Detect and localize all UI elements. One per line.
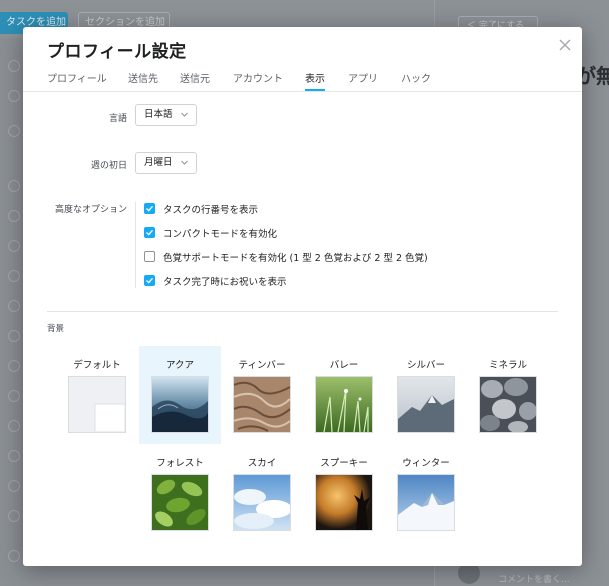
background-name: スカイ	[247, 458, 277, 469]
section-divider	[47, 311, 558, 312]
task-check-icon	[8, 240, 20, 252]
option-label: タスクの行番号を表示	[163, 205, 259, 216]
background-option-valley[interactable]: バレー	[303, 346, 385, 444]
background-option-sky[interactable]: スカイ	[221, 444, 303, 542]
background-name: ティンバー	[238, 360, 286, 371]
background-name: バレー	[329, 360, 359, 371]
advanced-options-label: 高度なオプション	[54, 205, 127, 215]
background-preview-timber	[233, 376, 291, 433]
chevron-down-icon	[181, 112, 188, 117]
background-option-mineral[interactable]: ミネラル	[467, 346, 549, 444]
background-name: フォレスト	[156, 458, 204, 469]
profile-settings-dialog: プロフィール設定 プロフィール 送信先 送信元 アカウント 表示 アプリ ハック…	[23, 27, 582, 566]
task-check-icon	[8, 210, 20, 222]
tab-display[interactable]: 表示	[305, 70, 325, 91]
task-list-column	[0, 40, 22, 586]
check-icon	[146, 277, 154, 284]
background-preview-aqua	[151, 376, 209, 433]
close-button[interactable]	[557, 37, 573, 53]
background-option-spooky[interactable]: スプーキー	[303, 444, 385, 542]
dialog-title: プロフィール設定	[47, 42, 187, 62]
chevron-down-icon	[181, 160, 188, 165]
tab-apps[interactable]: アプリ	[348, 70, 378, 91]
task-check-icon	[8, 480, 20, 492]
background-preview-spooky	[315, 474, 373, 531]
background-option-silver[interactable]: シルバー	[385, 346, 467, 444]
background-name: アクア	[165, 360, 195, 371]
task-check-icon	[8, 550, 20, 562]
week-start-select[interactable]: 月曜日	[135, 152, 197, 174]
background-option-aqua[interactable]: アクア	[139, 346, 221, 444]
checkbox-checked[interactable]	[144, 203, 155, 214]
check-icon	[146, 205, 154, 212]
background-preview-forest	[151, 474, 209, 531]
background-name: ミネラル	[488, 360, 527, 371]
background-name: スプーキー	[320, 458, 368, 469]
background-section-label: 背景	[47, 324, 65, 334]
task-check-icon	[8, 330, 20, 342]
comment-input: コメントを書く...	[498, 575, 570, 585]
check-icon	[146, 229, 154, 236]
checkbox-checked[interactable]	[144, 227, 155, 238]
tab-account[interactable]: アカウント	[233, 70, 283, 91]
task-check-icon	[8, 90, 20, 102]
tab-send-from[interactable]: 送信元	[180, 70, 210, 91]
background-option-forest[interactable]: フォレスト	[139, 444, 221, 542]
background-preview-valley	[315, 376, 373, 433]
week-start-label: 週の初日	[90, 161, 127, 171]
task-check-icon	[8, 510, 20, 522]
task-check-icon	[8, 450, 20, 462]
task-check-icon	[8, 360, 20, 372]
background-name: シルバー	[406, 360, 445, 371]
tab-send-to[interactable]: 送信先	[128, 70, 158, 91]
task-check-icon	[8, 300, 20, 312]
task-check-icon	[8, 270, 20, 282]
option-label: コンパクトモードを有効化	[163, 229, 278, 240]
checkbox-unchecked[interactable]	[144, 251, 155, 262]
task-check-icon	[8, 390, 20, 402]
settings-tabs: プロフィール 送信先 送信元 アカウント 表示 アプリ ハック	[23, 67, 582, 92]
background-option-winter[interactable]: ウィンター	[385, 444, 467, 542]
background-preview-default	[68, 376, 126, 433]
checkbox-checked[interactable]	[144, 275, 155, 286]
language-select[interactable]: 日本語	[135, 104, 197, 126]
week-start-value: 月曜日	[144, 157, 173, 168]
option-label: タスク完了時にお祝いを表示	[163, 277, 287, 288]
option-label: 色覚サポートモードを有効化 (1 型 2 色覚および 2 型 2 色覚)	[163, 253, 428, 264]
task-check-icon	[8, 180, 20, 192]
language-label: 言語	[108, 114, 127, 124]
background-preview-sky	[233, 474, 291, 531]
background-preview-winter	[397, 474, 455, 531]
task-check-icon	[8, 60, 20, 72]
tab-profile[interactable]: プロフィール	[47, 70, 107, 91]
background-name: ウィンター	[402, 458, 450, 469]
background-option-timber[interactable]: ティンバー	[221, 346, 303, 444]
task-check-icon	[8, 125, 20, 137]
background-preview-mineral	[479, 376, 537, 433]
background-option-default[interactable]: デフォルト	[56, 346, 138, 444]
task-check-icon	[8, 420, 20, 432]
tab-hacks[interactable]: ハック	[401, 70, 431, 91]
language-value: 日本語	[144, 109, 173, 120]
background-preview-silver	[397, 376, 455, 433]
options-divider	[135, 202, 136, 288]
background-name: デフォルト	[73, 360, 121, 371]
close-icon	[559, 39, 571, 51]
